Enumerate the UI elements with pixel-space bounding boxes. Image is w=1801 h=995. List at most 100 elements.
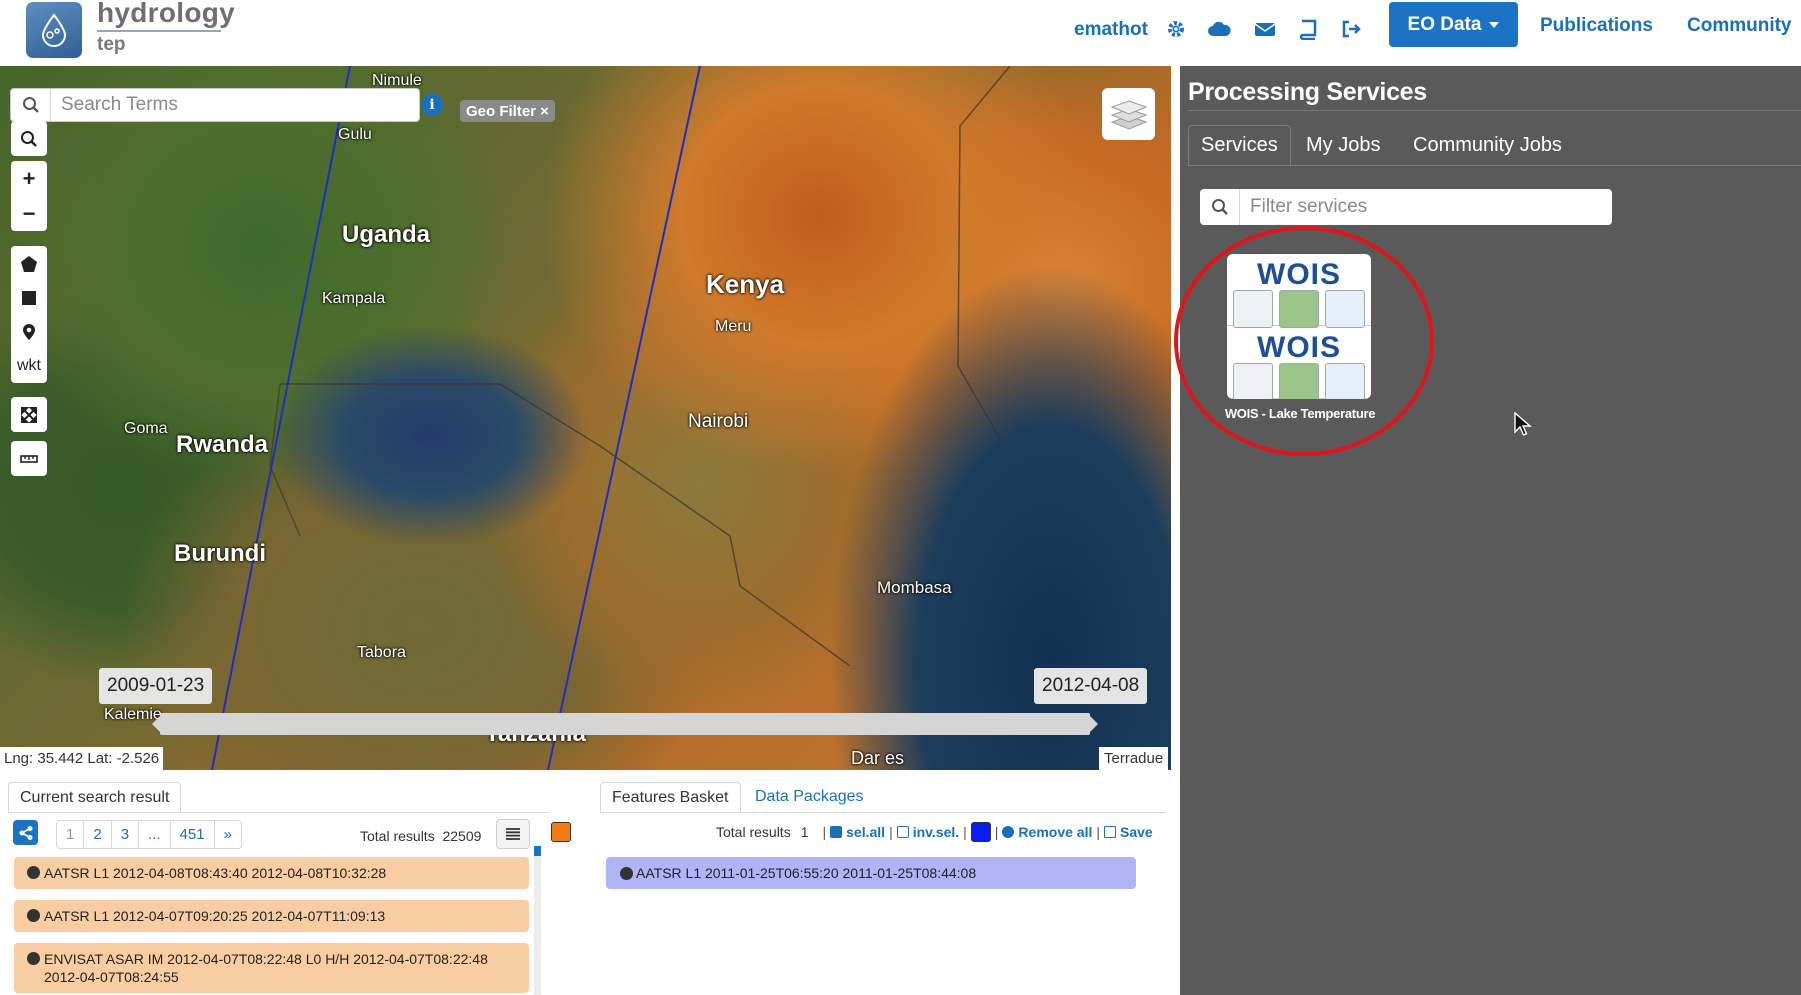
check-square-icon [830,826,843,838]
globe-icon [27,866,40,879]
result-text: AATSR L1 2012-04-07T09:20:25 2012-04-07T… [44,908,386,924]
tab-features-basket[interactable]: Features Basket [600,782,741,812]
tabs-divider [1188,165,1801,166]
map-marker-icon [23,323,35,340]
select-all-link[interactable]: sel.all [846,824,885,840]
save-link[interactable]: Save [1120,824,1153,840]
tab-my-jobs[interactable]: My Jobs [1294,125,1392,165]
square-icon [22,290,36,305]
page-link[interactable]: 2 [84,821,112,848]
result-text: ENVISAT ASAR IM 2012-04-07T08:22:48 L0 H… [44,951,488,985]
nav-link-publications[interactable]: Publications [1540,15,1653,37]
measure-button[interactable] [11,441,47,476]
list-view-button[interactable] [496,819,530,849]
map-label-city: Dar es [851,748,905,768]
results-scrollbar[interactable] [534,846,541,995]
basket-item-row[interactable]: AATSR L1 2011-01-25T06:55:20 2011-01-25T… [606,857,1136,889]
panel-divider[interactable] [1171,66,1180,995]
user-menu-link[interactable]: emathot [1074,19,1148,41]
search-result-row[interactable]: ENVISAT ASAR IM 2012-04-07T08:22:48 L0 H… [14,943,529,993]
hydrology-logo-icon[interactable] [26,2,82,58]
check-square-outline-icon [896,826,909,838]
tabs-divider [8,812,548,813]
book-icon[interactable] [1297,18,1319,41]
ruler-icon [20,454,38,463]
series-color-swatch[interactable] [551,822,571,842]
zoom-in-button[interactable]: + [11,161,47,196]
gear-icon[interactable] [1165,18,1187,40]
total-value: 22509 [442,828,482,844]
fullscreen-button[interactable] [11,397,47,432]
wkt-button[interactable]: wkt [11,348,47,383]
map-attribution[interactable]: Terradue [1099,747,1169,770]
tab-data-packages[interactable]: Data Packages [744,782,875,812]
basket-color-swatch[interactable] [970,822,991,842]
processing-services-panel: Processing Services Services My Jobs Com… [1180,66,1801,995]
sign-out-icon[interactable] [1340,18,1362,40]
title-rule [1188,110,1801,111]
map-label-city: Gulu [338,126,372,143]
geo-filter-chip[interactable]: Geo Filter × [460,100,555,122]
tab-current-search-result[interactable]: Current search result [8,782,182,812]
map-view[interactable]: i Geo Filter × + − wkt [0,66,1171,770]
invert-selection-link[interactable]: inv.sel. [913,824,959,840]
time-slider-start-handle[interactable] [152,716,160,732]
draw-polygon-button[interactable] [11,246,47,281]
map-search-bar [10,88,420,122]
remove-all-link[interactable]: Remove all [1018,824,1092,840]
info-icon[interactable]: i [421,94,443,116]
time-start-label: 2009-01-23 [99,668,213,704]
tabs-divider [600,812,1165,813]
times-circle-icon [1002,826,1015,838]
search-terms-input[interactable] [51,89,419,121]
pagination: 1 2 3 ... 451 » [56,820,242,849]
plus-icon: + [22,165,36,191]
nav-link-community[interactable]: Community [1687,15,1792,37]
separator: | [963,824,967,840]
filter-services-input[interactable] [1240,189,1612,225]
tab-community-jobs[interactable]: Community Jobs [1401,125,1574,165]
search-icon[interactable] [1200,189,1240,225]
time-slider-end-handle[interactable] [1090,716,1098,732]
eo-data-label: EO Data [1407,13,1482,35]
separator: | [994,824,999,840]
geo-filter-label: Geo Filter × [466,102,549,120]
page-link[interactable]: 451 [171,821,215,848]
globe-icon [27,909,40,922]
draw-point-button[interactable] [11,314,47,349]
search-result-row[interactable]: AATSR L1 2012-04-08T08:43:40 2012-04-08T… [14,857,529,889]
map-overlay-lines [211,66,1011,770]
zoom-search-button[interactable] [11,121,47,156]
results-scrollbar-thumb[interactable] [534,846,541,856]
mouse-coordinates: Lng: 35.442 Lat: -2.526 [0,747,164,770]
time-range-slider[interactable] [152,713,1098,735]
highlight-circle [1174,226,1434,456]
tab-services[interactable]: Services [1188,125,1291,165]
map-label-city: Tabora [357,644,406,661]
envelope-icon[interactable] [1254,18,1276,40]
draw-rectangle-button[interactable] [11,280,47,315]
layers-switcher-button[interactable] [1102,88,1155,140]
map-label-city: Kampala [322,290,386,307]
page-next-link[interactable]: » [215,821,241,848]
page-link[interactable]: ... [139,821,171,848]
basket-total-value: 1 [800,824,809,840]
search-result-row[interactable]: AATSR L1 2012-04-07T09:20:25 2012-04-07T… [14,900,529,932]
wkt-label: wkt [17,356,41,374]
page-link[interactable]: 1 [57,821,85,848]
eo-data-dropdown-button[interactable]: EO Data [1389,2,1518,47]
share-button[interactable] [13,820,38,845]
search-icon[interactable] [11,89,51,121]
map-label-city: Mombasa [877,578,952,597]
cloud-icon[interactable] [1207,18,1231,40]
separator: | [822,824,827,840]
zoom-out-button[interactable]: − [11,196,47,231]
map-label-country: Uganda [342,221,431,248]
filter-services-bar [1200,189,1612,225]
page-link[interactable]: 3 [112,821,140,848]
map-label-city: Nairobi [688,411,749,432]
basket-item-text: AATSR L1 2011-01-25T06:55:20 2011-01-25T… [636,865,977,881]
layers-icon [1110,100,1147,130]
total-label: Total results [360,828,435,844]
time-end-label: 2012-04-08 [1034,668,1148,704]
